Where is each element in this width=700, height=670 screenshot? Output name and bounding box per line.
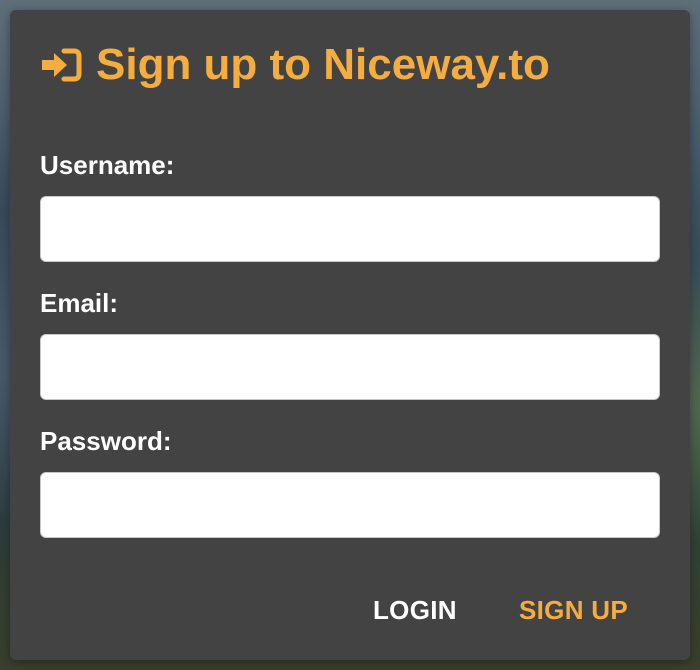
password-label: Password: [40,426,172,456]
username-field[interactable] [40,196,660,262]
dialog-header: Sign up to Niceway.to [40,40,550,90]
sign-up-button[interactable]: SIGN UP [519,592,628,628]
email-field[interactable] [40,334,660,400]
username-label: Username: [40,150,175,180]
dialog-title: Sign up to Niceway.to [96,40,550,89]
sign-in-icon [40,48,82,82]
signup-dialog: Sign up to Niceway.to Username: Email: P… [10,10,690,660]
login-button[interactable]: LOGIN [373,592,457,628]
email-label: Email: [40,288,119,318]
password-field[interactable] [40,472,660,538]
